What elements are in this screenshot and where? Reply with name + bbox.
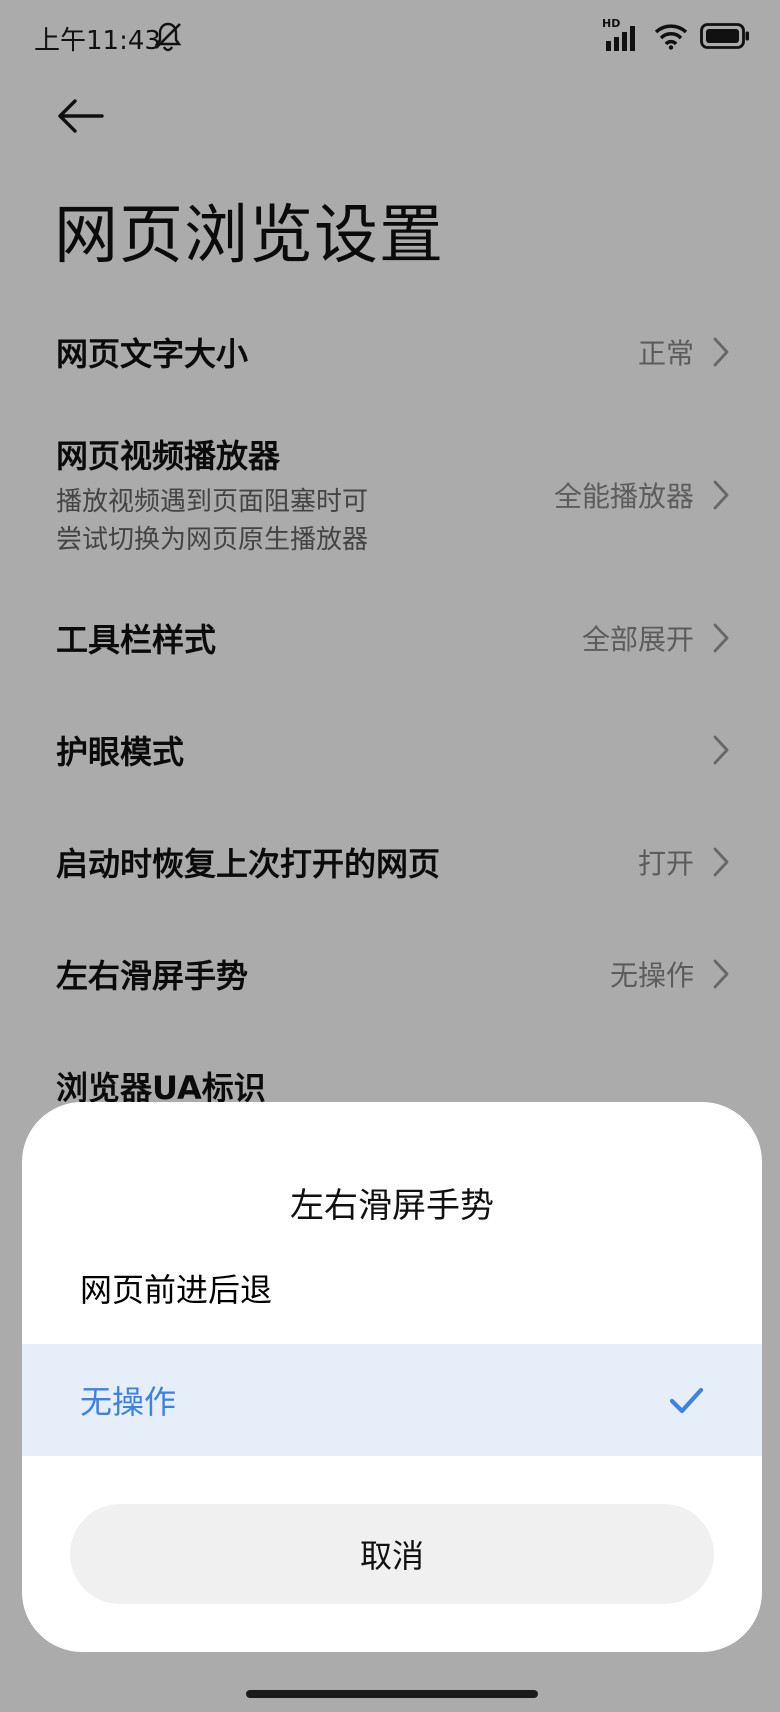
- option-label: 无操作: [80, 1383, 177, 1421]
- swipe-gesture-dialog: 左右滑屏手势 网页前进后退 无操作 取消: [22, 1102, 762, 1652]
- home-indicator[interactable]: [246, 1690, 538, 1698]
- option-no-action[interactable]: 无操作: [22, 1344, 762, 1456]
- cancel-button[interactable]: 取消: [70, 1504, 714, 1604]
- check-icon: [669, 1387, 704, 1414]
- dialog-title: 左右滑屏手势: [290, 1186, 494, 1226]
- option-label: 网页前进后退: [80, 1271, 273, 1309]
- option-page-nav[interactable]: 网页前进后退: [22, 1232, 762, 1344]
